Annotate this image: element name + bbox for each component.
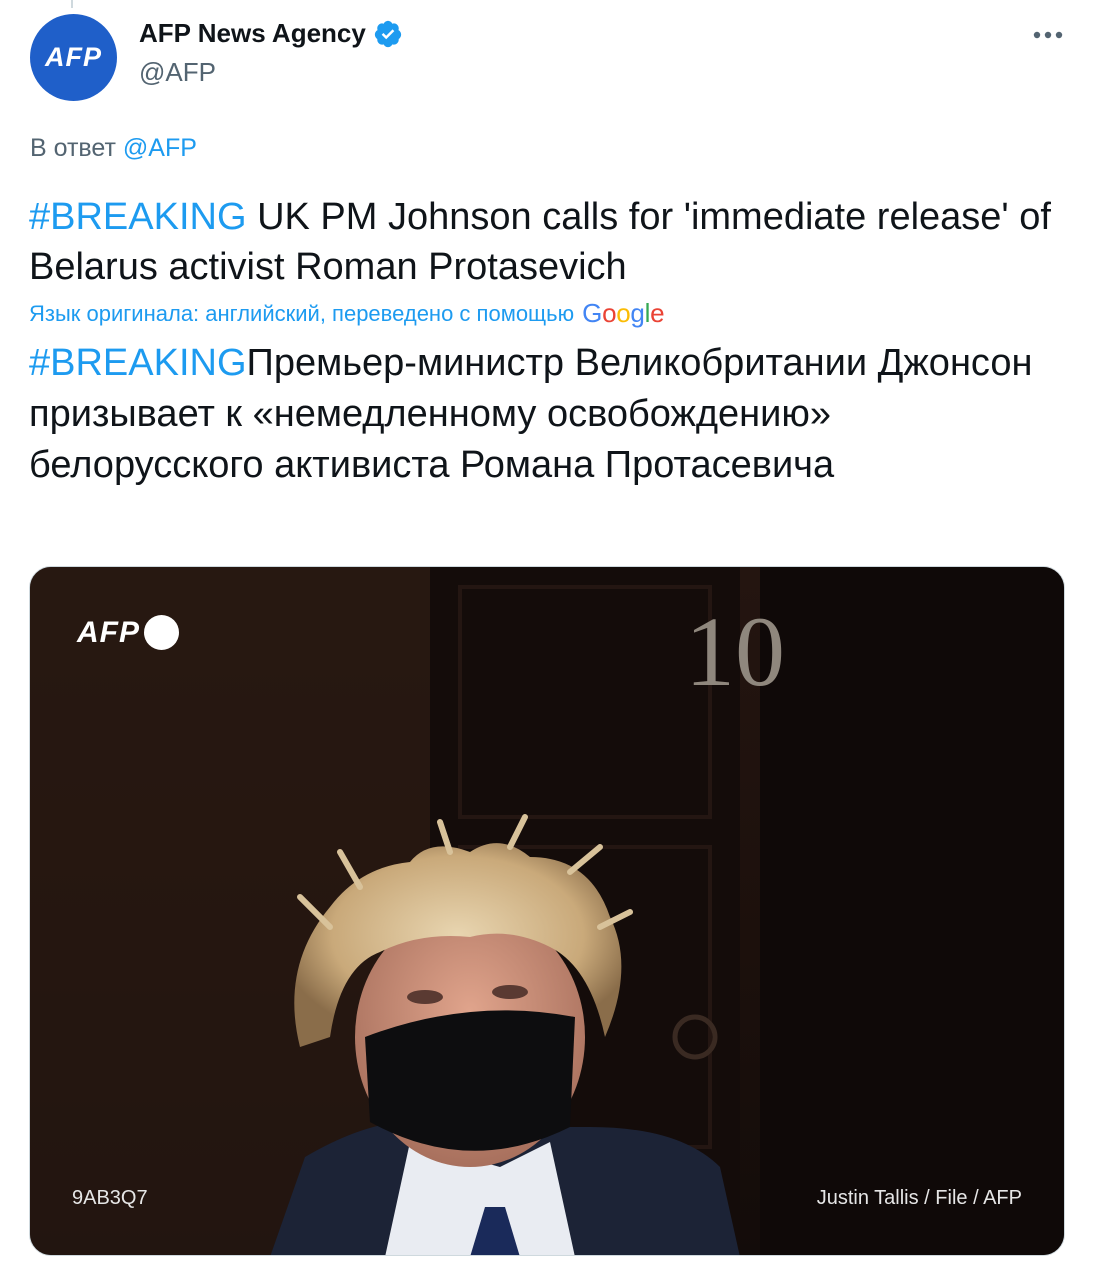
translation-notice-text: Язык оригинала: английский, переведено с… xyxy=(29,300,575,326)
afp-watermark: AFP xyxy=(77,615,179,650)
google-logo: Google xyxy=(582,298,664,329)
translated-hashtag-link[interactable]: #BREAKING xyxy=(29,342,247,384)
author-handle[interactable]: @AFP xyxy=(139,57,216,88)
hashtag-link[interactable]: #BREAKING xyxy=(29,196,247,238)
photo-scene: 10 xyxy=(30,567,1064,1255)
thread-line xyxy=(71,0,73,8)
avatar[interactable]: AFP xyxy=(30,14,117,101)
reply-context: В ответ @AFP xyxy=(30,134,197,163)
tweet-translated-text: #BREAKINGПремьер-министр Великобритании … xyxy=(29,338,1074,491)
author-name[interactable]: AFP News Agency xyxy=(139,18,366,49)
reply-prefix: В ответ xyxy=(30,134,116,162)
author-name-row: AFP News Agency xyxy=(139,18,403,49)
door-number: 10 xyxy=(685,596,785,707)
avatar-logo-text: AFP xyxy=(45,42,102,72)
google-wordmark: Google xyxy=(582,298,665,328)
photo-id: 9AB3Q7 xyxy=(72,1187,148,1209)
tweet-photo[interactable]: 10 AFP 9AB3Q7 Justin Tallis / File / AFP xyxy=(29,566,1065,1256)
more-options-icon[interactable] xyxy=(1028,20,1068,50)
reply-mention-link[interactable]: @AFP xyxy=(123,134,197,162)
tweet-original-text: #BREAKING UK PM Johnson calls for 'immed… xyxy=(29,192,1074,292)
verified-badge-icon xyxy=(373,19,403,49)
translation-notice[interactable]: Язык оригинала: английский, переведено с… xyxy=(29,298,665,329)
afp-watermark-dot xyxy=(144,615,179,650)
photo-credit: Justin Tallis / File / AFP xyxy=(816,1187,1022,1209)
afp-watermark-text: AFP xyxy=(77,615,140,649)
